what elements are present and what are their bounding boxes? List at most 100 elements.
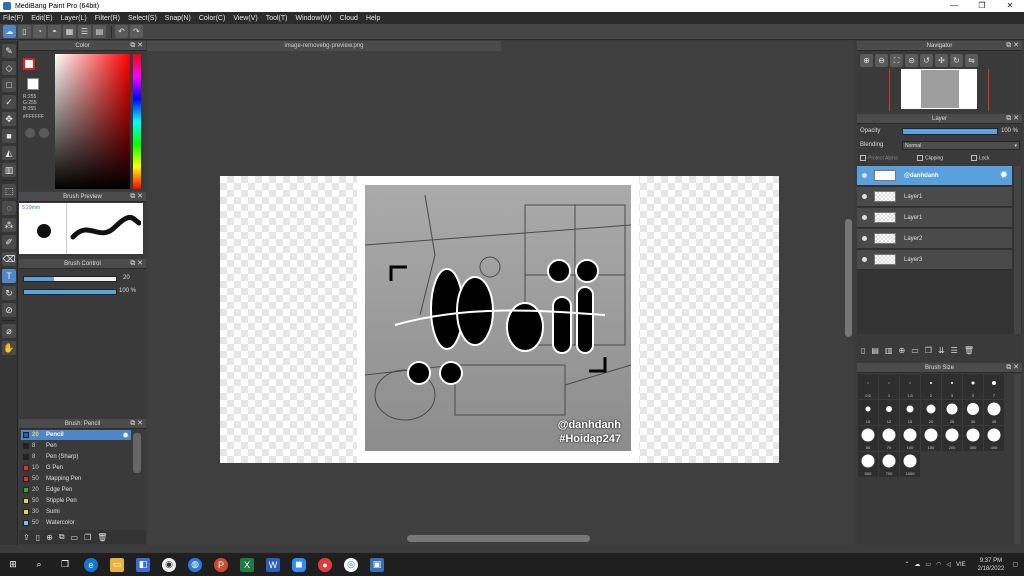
brush-size-option[interactable]: 150 xyxy=(921,426,941,451)
powerpoint-icon[interactable]: P xyxy=(214,557,228,572)
brush-size-option[interactable]: 12 xyxy=(879,400,899,425)
select-eraser-icon[interactable]: ⌫ xyxy=(2,252,16,266)
zoom-out-icon[interactable]: ⊖ xyxy=(875,54,888,67)
brush-item-watercolor[interactable]: 50 Watercolor xyxy=(21,518,131,528)
text-tool-icon[interactable]: T xyxy=(2,269,16,283)
menu-edit[interactable]: Edit(E) xyxy=(31,15,52,22)
layer-folder-icon[interactable]: ▭ xyxy=(911,346,919,355)
brush-size-option[interactable]: 2 xyxy=(921,374,941,399)
panel-close-icon[interactable]: ⧉ ✕ xyxy=(130,419,143,429)
visibility-eye-icon[interactable] xyxy=(862,194,867,199)
brush-duplicate-icon[interactable]: ❐ xyxy=(84,533,91,542)
layer-list-scrollbar[interactable] xyxy=(1014,166,1021,334)
medibang-taskbar-icon[interactable]: ▣ xyxy=(370,557,384,572)
brush-item-pen-sharp[interactable]: 8 Pen (Sharp) xyxy=(21,452,131,462)
zoom-app-icon[interactable]: ◼ xyxy=(292,557,306,572)
brush-size-option[interactable]: 50 xyxy=(858,426,878,451)
maximize-button[interactable]: ❐ xyxy=(968,0,996,12)
canvas-vertical-scrollbar[interactable] xyxy=(845,219,852,337)
lasso-tool-icon[interactable]: ◌ xyxy=(2,201,16,215)
comment-icon[interactable]: ◓ xyxy=(48,25,61,38)
new-8bit-layer-icon[interactable]: ▥ xyxy=(885,346,893,355)
delete-layer-icon[interactable]: 🗑 xyxy=(964,346,974,355)
tray-battery-icon[interactable]: ▭ xyxy=(925,561,931,568)
brush-size-option[interactable]: 200 xyxy=(942,426,962,451)
navigator-viewport[interactable] xyxy=(889,69,989,111)
brush-size-option[interactable]: 25 xyxy=(942,400,962,425)
menu-view[interactable]: View(V) xyxy=(233,15,257,22)
visibility-eye-icon[interactable] xyxy=(862,173,867,178)
edge-icon[interactable]: e xyxy=(84,557,98,572)
panel-close-icon[interactable]: ⧉ ✕ xyxy=(1006,41,1019,51)
tray-onedrive-icon[interactable]: ☁ xyxy=(914,561,920,568)
panel-close-icon[interactable]: ⧉ ✕ xyxy=(1006,363,1019,373)
brush-folder-icon[interactable]: ▭ xyxy=(71,533,79,542)
menu-filter[interactable]: Filter(R) xyxy=(95,15,120,22)
layer-opacity-slider[interactable] xyxy=(902,128,998,135)
duplicate-layer-icon[interactable]: ❐ xyxy=(925,346,932,355)
browser-icon[interactable]: ◎ xyxy=(344,557,358,572)
table-icon[interactable]: ▤ xyxy=(93,25,106,38)
lock-option[interactable]: Lock xyxy=(971,155,990,161)
layer-row[interactable]: Layer1 xyxy=(857,208,1012,228)
brush-item-pen[interactable]: 8 Pen xyxy=(21,441,131,451)
saturation-value-picker[interactable] xyxy=(55,54,130,189)
brush-size-option[interactable]: 400 xyxy=(984,426,1004,451)
menu-layer[interactable]: Layer(L) xyxy=(61,15,87,22)
canvas-document[interactable]: @danhdanh #Hoidap247 xyxy=(220,176,779,463)
brush-item-g-pen[interactable]: 10 G Pen xyxy=(21,463,131,473)
fit-icon[interactable]: ⛶ xyxy=(890,54,903,67)
operation-tool-icon[interactable]: ↻ xyxy=(2,286,16,300)
close-button[interactable]: ✕ xyxy=(996,0,1024,12)
brush-size-option[interactable]: 1000 xyxy=(900,452,920,477)
word-icon[interactable]: W xyxy=(266,557,280,572)
cloud-icon[interactable]: ☁ xyxy=(3,25,16,38)
brush-size-option[interactable]: 15 xyxy=(900,400,920,425)
menu-snap[interactable]: Snap(N) xyxy=(165,15,191,22)
new-layer-icon[interactable]: ▯ xyxy=(861,346,865,355)
visibility-eye-icon[interactable] xyxy=(862,236,867,241)
brush-upload-icon[interactable]: ⇪ xyxy=(23,533,30,542)
menu-file[interactable]: File(F) xyxy=(3,15,23,22)
select-rect-icon[interactable]: ⬚ xyxy=(2,184,16,198)
chrome-icon[interactable]: ◉ xyxy=(162,557,176,572)
brush-size-option[interactable]: 3 xyxy=(942,374,962,399)
brush-item-sumi[interactable]: 30 Sumi xyxy=(21,507,131,517)
brush-size-option[interactable]: 300 xyxy=(963,426,983,451)
brush-size-option[interactable]: 1 xyxy=(879,374,899,399)
brush-item-edge-pen[interactable]: 20 Edge Pen xyxy=(21,485,131,495)
bucket-tool-icon[interactable]: ◭ xyxy=(2,146,16,160)
menu-tool[interactable]: Tool(T) xyxy=(266,15,288,22)
hue-slider[interactable] xyxy=(133,54,141,189)
eyedropper-tool-icon[interactable]: ⊘ xyxy=(2,303,16,317)
panel-close-icon[interactable]: ⧉ ✕ xyxy=(130,259,143,269)
rotate-left-icon[interactable]: ↺ xyxy=(920,54,933,67)
brush-list-scrollbar[interactable] xyxy=(133,433,141,473)
tray-wifi-icon[interactable]: ◠ xyxy=(936,561,941,568)
visibility-eye-icon[interactable] xyxy=(862,257,867,262)
brush-size-option[interactable]: 700 xyxy=(879,452,899,477)
brush-new-icon[interactable]: ▯ xyxy=(36,533,40,542)
brush-opacity-slider[interactable] xyxy=(23,289,117,295)
new-halftone-layer-icon[interactable]: ▤ xyxy=(871,346,879,355)
brush-size-option[interactable]: 5 xyxy=(963,374,983,399)
windows-start-icon[interactable]: ⊞ xyxy=(6,558,20,572)
brush-item-stipple-pen[interactable]: 50 Stipple Pen xyxy=(21,496,131,506)
brush-copy-icon[interactable]: ⧉ xyxy=(59,532,65,542)
document-tab[interactable]: image-removebg-preview.png xyxy=(147,41,501,51)
menu-cloud[interactable]: Cloud xyxy=(340,15,358,22)
brush-item-mapping-pen[interactable]: 50 Mapping Pen xyxy=(21,474,131,484)
zoom-in-icon[interactable]: ⊕ xyxy=(860,54,873,67)
tray-clock[interactable]: 9:37 PM 2/18/2022 xyxy=(978,557,1005,573)
file-explorer-icon[interactable]: ▭ xyxy=(110,557,124,572)
foreground-color-swatch[interactable] xyxy=(23,58,35,70)
brush-settings-gear-icon[interactable]: ✹ xyxy=(122,431,129,440)
brush-size-option[interactable]: 100 xyxy=(900,426,920,451)
magic-wand-icon[interactable]: ⁂ xyxy=(2,218,16,232)
move-tool-icon[interactable]: ✥ xyxy=(2,112,16,126)
brush-delete-icon[interactable]: 🗑 xyxy=(97,533,107,542)
menu-help[interactable]: Help xyxy=(366,15,380,22)
layer-options-icon[interactable]: ☰ xyxy=(951,346,958,355)
tray-volume-icon[interactable]: ◁ xyxy=(946,561,951,568)
brush-size-option[interactable]: 40 xyxy=(984,400,1004,425)
